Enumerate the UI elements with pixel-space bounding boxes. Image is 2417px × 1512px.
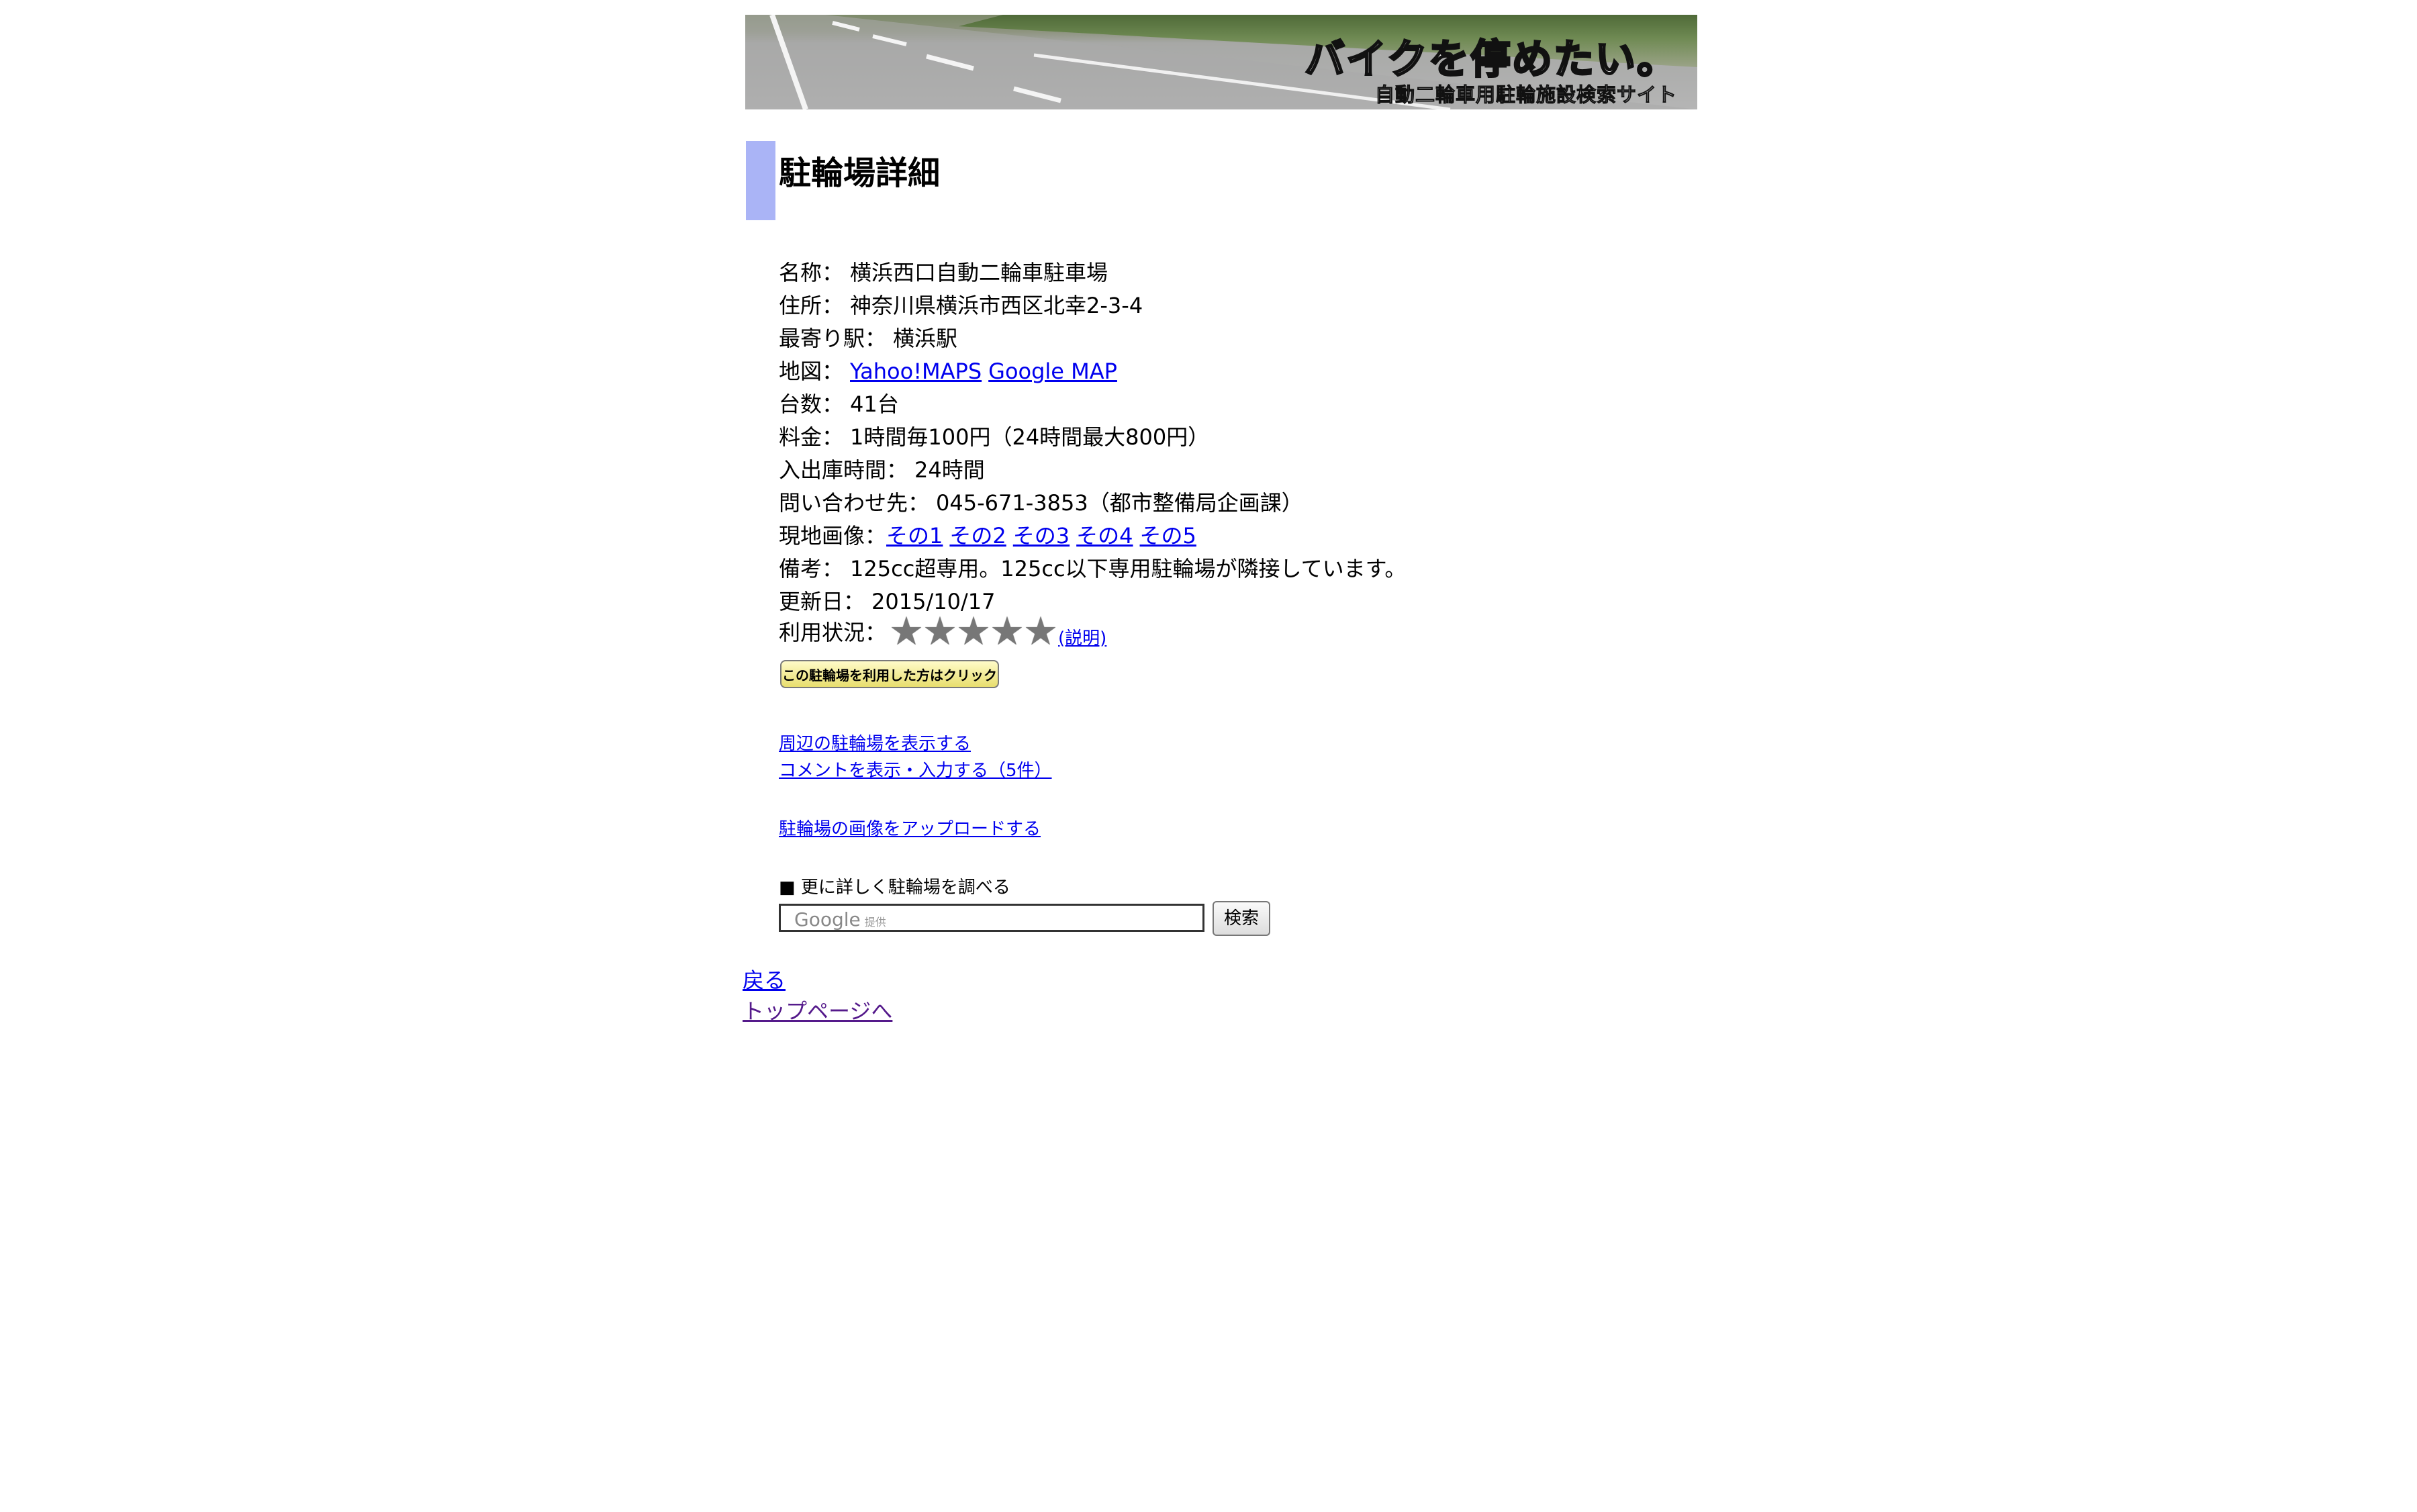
parking-details: 名称： 横浜西口自動二輪車駐車場 住所： 神奈川県横浜市西区北幸2-3-4 最寄り駅… (779, 256, 1406, 618)
detail-row-address: 住所： 神奈川県横浜市西区北幸2-3-4 (779, 289, 1406, 322)
detail-row-name: 名称： 横浜西口自動二輪車駐車場 (779, 256, 1406, 289)
site-banner[interactable]: バイクを停めたい。 自動二輪車用駐輪施設検索サイト (745, 15, 1697, 109)
capacity-value: 41台 (850, 391, 899, 417)
detail-row-station: 最寄り駅： 横浜駅 (779, 322, 1406, 355)
banner-subtitle: 自動二輪車用駐輪施設検索サイト (1374, 83, 1677, 107)
hours-value: 24時間 (914, 457, 985, 483)
upload-image-link[interactable]: 駐輪場の画像をアップロードする (779, 815, 1041, 840)
contact-value: 045-671-3853（都市整備局企画課） (936, 490, 1303, 516)
detail-row-fee: 料金： 1時間毎100円（24時間最大800円） (779, 421, 1406, 454)
usage-status: 利用状況： ★ ★ ★ ★ ★ (説明) (779, 611, 1106, 651)
yahoo-maps-link[interactable]: Yahoo!MAPS (850, 359, 982, 384)
name-label: 名称： (779, 260, 844, 285)
map-label: 地図： (779, 359, 844, 384)
star-icon: ★ (1023, 608, 1059, 654)
station-value: 横浜駅 (893, 326, 958, 351)
nearby-parking-link[interactable]: 周辺の駐輪場を表示する (779, 730, 971, 755)
capacity-label: 台数： (779, 391, 844, 417)
image-link-1[interactable]: その1 (886, 523, 943, 549)
detail-row-note: 備考： 125cc超専用。125cc以下専用駐輪場が隣接しています。 (779, 553, 1406, 585)
star-icon: ★ (990, 608, 1025, 654)
contact-label: 問い合わせ先： (779, 490, 930, 516)
fee-value: 1時間毎100円（24時間最大800円） (850, 424, 1210, 450)
image-link-4[interactable]: その4 (1076, 523, 1133, 549)
note-label: 備考： (779, 556, 844, 581)
star-icon: ★ (889, 608, 925, 654)
google-map-link[interactable]: Google MAP (988, 359, 1117, 384)
detail-row-map: 地図： Yahoo!MAPS Google MAP (779, 355, 1406, 388)
back-link[interactable]: 戻る (743, 963, 786, 994)
heading-accent-bar (746, 141, 775, 220)
usage-star-rating: ★ ★ ★ ★ ★ (889, 608, 1059, 654)
address-value: 神奈川県横浜市西区北幸2-3-4 (850, 293, 1143, 318)
search-placeholder: Google 提供 (794, 908, 886, 931)
used-this-parking-button[interactable]: この駐輪場を利用した方はクリック (780, 660, 999, 688)
fee-label: 料金： (779, 424, 844, 450)
status-label: 利用状況： (779, 620, 887, 645)
top-page-link[interactable]: トップページへ (743, 994, 892, 1025)
status-explain-link[interactable]: (説明) (1058, 624, 1106, 649)
search-button[interactable]: 検索 (1213, 901, 1270, 936)
image-link-5[interactable]: その5 (1140, 523, 1196, 549)
images-label: 現地画像： (779, 523, 887, 549)
detail-row-images: 現地画像：その1 その2 その3 その4 その5 (779, 520, 1406, 553)
detail-row-hours: 入出庫時間： 24時間 (779, 454, 1406, 487)
image-link-3[interactable]: その3 (1013, 523, 1070, 549)
comments-link[interactable]: コメントを表示・入力する（5件） (779, 757, 1052, 782)
star-icon: ★ (956, 608, 992, 654)
search-input[interactable]: Google 提供 (779, 904, 1204, 932)
search-label: ■ 更に詳しく駐輪場を調べる (779, 878, 1010, 898)
detail-row-capacity: 台数： 41台 (779, 388, 1406, 421)
station-label: 最寄り駅： (779, 326, 887, 351)
image-link-2[interactable]: その2 (949, 523, 1006, 549)
hours-label: 入出庫時間： (779, 457, 908, 483)
page-title: 駐輪場詳細 (779, 154, 941, 192)
detail-row-contact: 問い合わせ先： 045-671-3853（都市整備局企画課） (779, 487, 1406, 520)
star-icon: ★ (922, 608, 958, 654)
note-value: 125cc超専用。125cc以下専用駐輪場が隣接しています。 (850, 556, 1407, 581)
name-value: 横浜西口自動二輪車駐車場 (850, 260, 1108, 285)
banner-title: バイクを停めたい。 (1304, 36, 1678, 85)
address-label: 住所： (779, 293, 844, 318)
